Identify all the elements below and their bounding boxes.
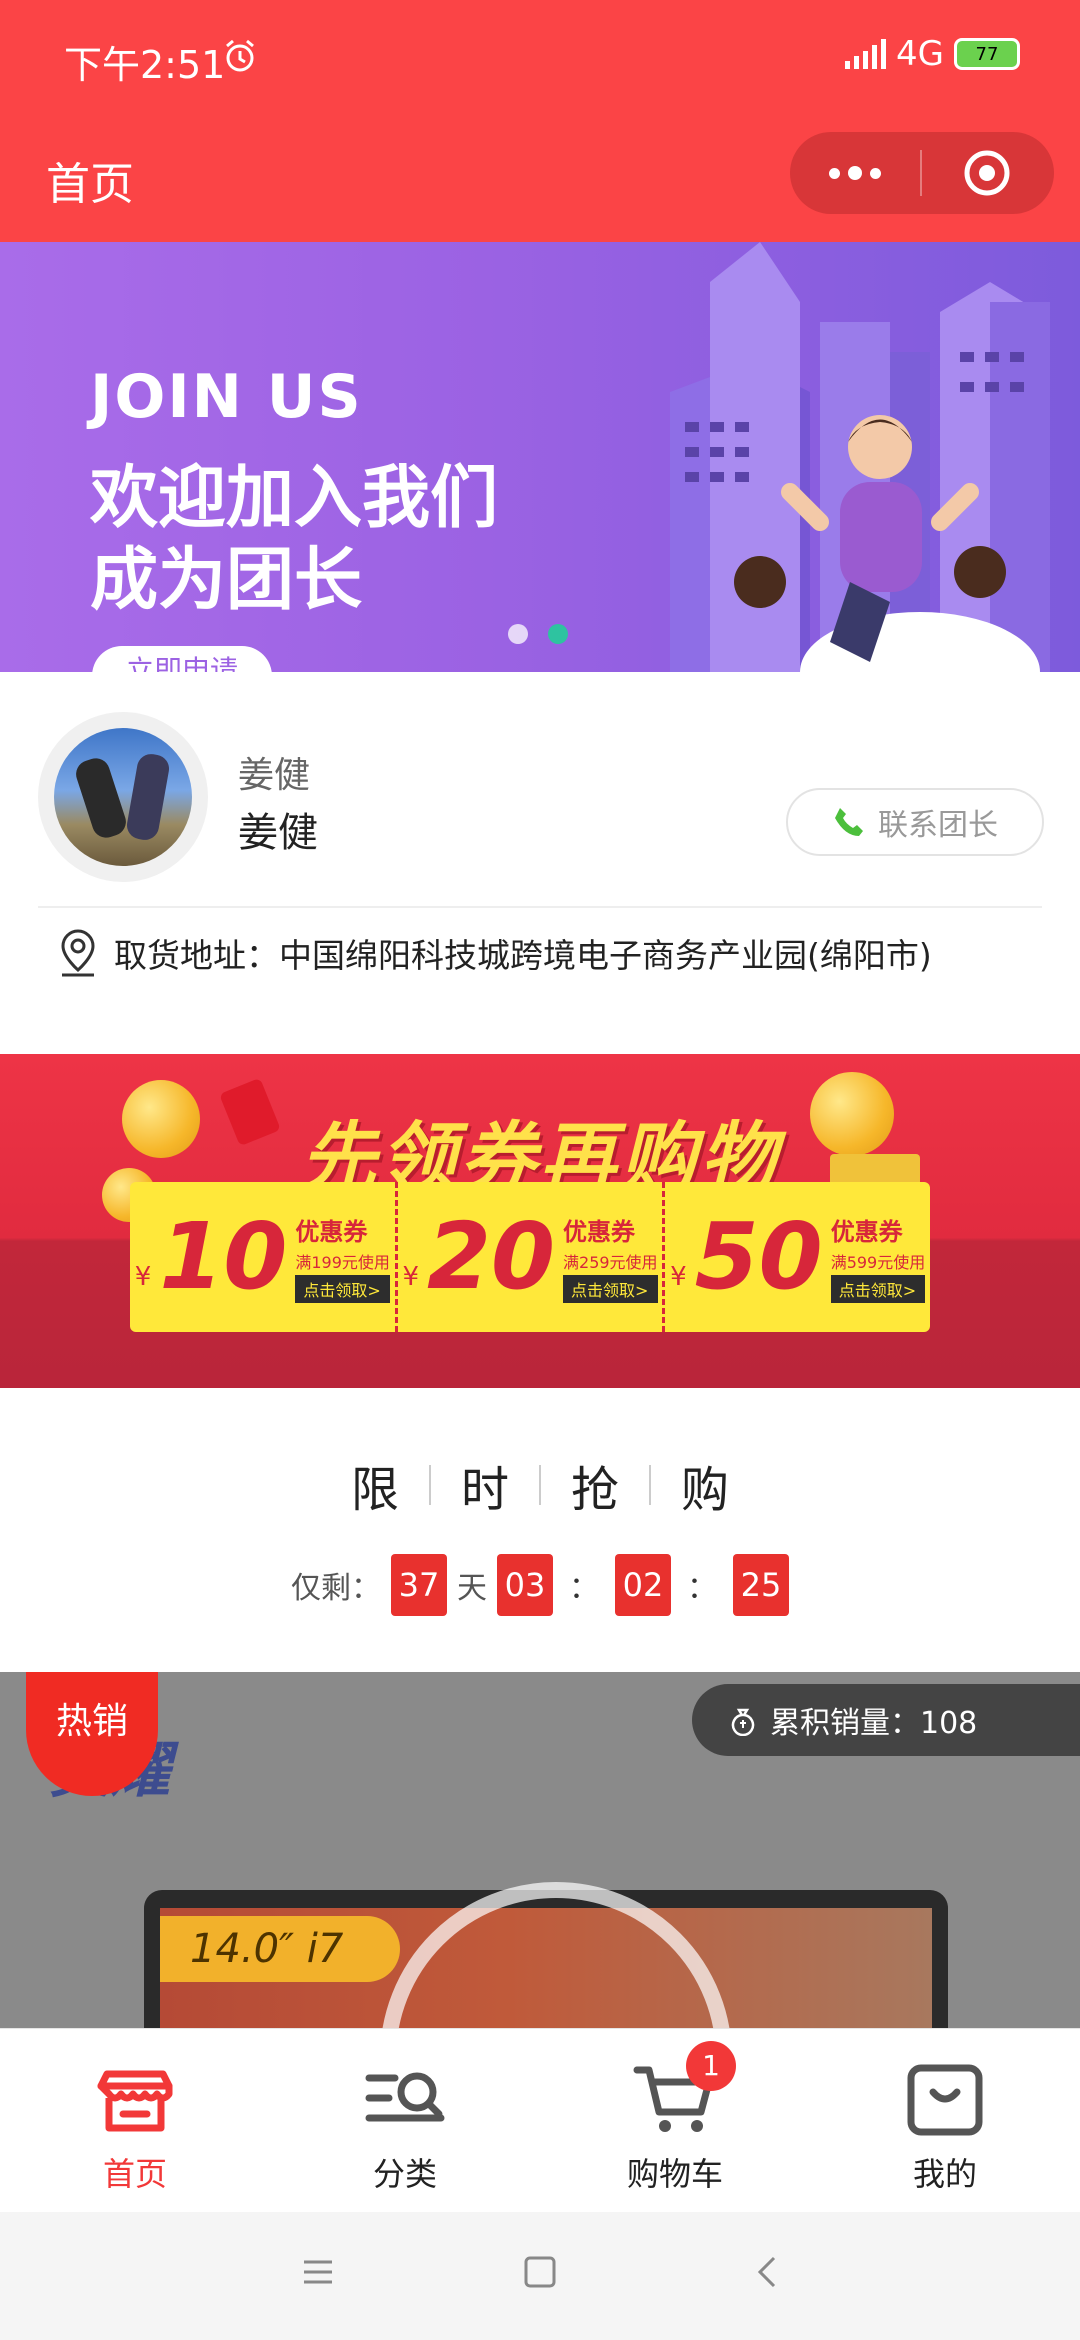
home-shop-icon	[97, 2070, 173, 2132]
coupon-amount: 50	[694, 1203, 823, 1310]
coupon-currency: ¥	[402, 1262, 419, 1292]
coupon-claim-button[interactable]: 点击领取>	[563, 1274, 658, 1303]
tab-home-label: 首页	[102, 2155, 167, 2193]
avatar	[38, 712, 208, 882]
more-button[interactable]	[790, 132, 920, 214]
tab-cart-label: 购物车	[626, 2155, 723, 2193]
indicator-dot	[508, 624, 528, 644]
recruit-banner[interactable]: JOIN US 欢迎加入我们 成为团长 立即申请	[0, 242, 1080, 672]
banner-indicator	[508, 624, 568, 644]
status-time: 下午2:51	[64, 43, 226, 87]
tab-mine[interactable]: 我的	[810, 2029, 1080, 2213]
leader-nickname: 姜健	[238, 755, 311, 796]
menu-icon[interactable]	[298, 2252, 338, 2292]
coupon-condition: 满599元使用	[830, 1252, 926, 1272]
countdown-label: 仅剩：	[291, 1571, 381, 1606]
system-nav-bar	[0, 2212, 1080, 2340]
contact-leader-button[interactable]: 联系团长	[786, 788, 1044, 856]
coupon-label: 优惠券	[295, 1217, 368, 1246]
divider	[38, 906, 1042, 908]
miniprogram-capsule	[790, 132, 1054, 214]
tab-cart[interactable]: 购物车 1	[540, 2029, 810, 2213]
coupon-condition: 满259元使用	[563, 1252, 658, 1272]
coupon-label: 优惠券	[563, 1217, 636, 1246]
countdown-days: 37	[391, 1554, 447, 1616]
flash-sale-title-char: 购	[681, 1462, 730, 1518]
coupon-amount: 10	[159, 1203, 288, 1310]
banner-heading: JOIN US	[90, 362, 363, 432]
product-card[interactable]: 灵耀 14.0″ i7 热销 累积销量：108	[0, 1672, 1080, 2028]
countdown-hours: 03	[497, 1554, 553, 1616]
coupon-20[interactable]: ¥ 20 优惠券 满259元使用 点击领取>	[394, 1182, 663, 1332]
money-bag-icon	[731, 1708, 755, 1736]
flash-sale-section: 限 时 抢 购 仅剩： 37 天 03 ： 02 ： 25	[0, 1388, 1080, 1672]
coupon-currency: ¥	[670, 1262, 687, 1292]
flash-sale-title: 限 时 抢 购	[0, 1450, 1080, 1520]
nav-bar: 首页	[0, 116, 1080, 242]
pickup-address-text: 取货地址：中国绵阳科技城跨境电子商务产业园(绵阳市)	[114, 936, 932, 975]
status-indicators: 4G 77	[845, 34, 1020, 74]
coupon-currency: ¥	[134, 1262, 152, 1292]
coupon-label: 优惠券	[830, 1217, 903, 1246]
leader-card: 姜健 姜健 联系团长 取货地址：中国绵阳科技城跨境电子商务产业园(绵阳市)	[0, 672, 1080, 1052]
sales-count-text: 累积销量：108	[770, 1706, 978, 1741]
cart-badge: 1	[686, 2041, 736, 2091]
alarm-icon	[222, 38, 258, 78]
tab-category[interactable]: 分类	[270, 2029, 540, 2213]
sales-count-badge: 累积销量：108	[692, 1684, 1080, 1756]
coupon-10[interactable]: ¥ 10 优惠券 满199元使用 点击领取>	[130, 1182, 395, 1332]
coupon-50[interactable]: ¥ 50 优惠券 满599元使用 点击领取>	[662, 1182, 930, 1332]
back-icon[interactable]	[748, 2252, 788, 2292]
countdown-seconds: 25	[733, 1554, 789, 1616]
coupon-condition: 满199元使用	[295, 1252, 390, 1272]
tab-home[interactable]: 首页	[0, 2029, 270, 2213]
tab-mine-label: 我的	[912, 2155, 977, 2193]
countdown-separator: ：	[569, 1571, 599, 1606]
category-search-icon	[365, 2072, 445, 2122]
page-title: 首页	[46, 159, 134, 210]
leader-name: 姜健	[238, 810, 318, 856]
contact-leader-label: 联系团长	[878, 808, 998, 843]
countdown-days-unit: 天	[457, 1571, 487, 1606]
profile-bag-icon	[907, 2064, 983, 2136]
banner-line2: 成为团长	[90, 541, 363, 620]
product-spec: 14.0″ i7	[160, 1916, 400, 1982]
phone-icon	[835, 808, 863, 836]
signal-icon	[845, 39, 887, 69]
coupon-amount: 20	[426, 1203, 556, 1310]
flash-sale-title-char: 抢	[571, 1462, 620, 1518]
countdown-minutes: 02	[615, 1554, 671, 1616]
more-dots-icon	[829, 167, 840, 179]
target-icon	[964, 150, 1010, 196]
tab-category-label: 分类	[372, 2155, 437, 2193]
home-square-icon[interactable]	[520, 2252, 560, 2292]
location-pin-icon	[61, 929, 95, 977]
flash-sale-title-char: 限	[350, 1462, 399, 1518]
status-bar: 下午2:51 4G 77	[0, 0, 1080, 116]
coupon-claim-button[interactable]: 点击领取>	[295, 1274, 390, 1303]
coupon-claim-button[interactable]: 点击领取>	[830, 1274, 926, 1303]
close-button[interactable]	[922, 132, 1052, 214]
battery-icon: 77	[954, 38, 1020, 70]
apply-button[interactable]: 立即申请	[92, 646, 272, 672]
network-type: 4G	[896, 34, 944, 74]
city-illustration	[670, 242, 1050, 672]
pickup-address: 取货地址：中国绵阳科技城跨境电子商务产业园(绵阳市)	[56, 928, 932, 978]
indicator-dot-active	[548, 624, 568, 644]
flash-sale-title-char: 时	[460, 1462, 509, 1518]
countdown-separator: ：	[687, 1571, 717, 1606]
coupon-strip: ¥ 10 优惠券 满199元使用 点击领取> ¥ 20 优惠券 满259元使用 …	[130, 1182, 930, 1332]
countdown-timer: 仅剩： 37 天 03 ： 02 ： 25	[0, 1554, 1080, 1616]
tab-bar: 首页 分类 购物车 1 我的	[0, 2028, 1080, 2213]
coupon-banner[interactable]: 先领券再购物 ¥ 10 优惠券 满199元使用 点击领取> ¥ 20 优惠券 满…	[0, 1054, 1080, 1388]
